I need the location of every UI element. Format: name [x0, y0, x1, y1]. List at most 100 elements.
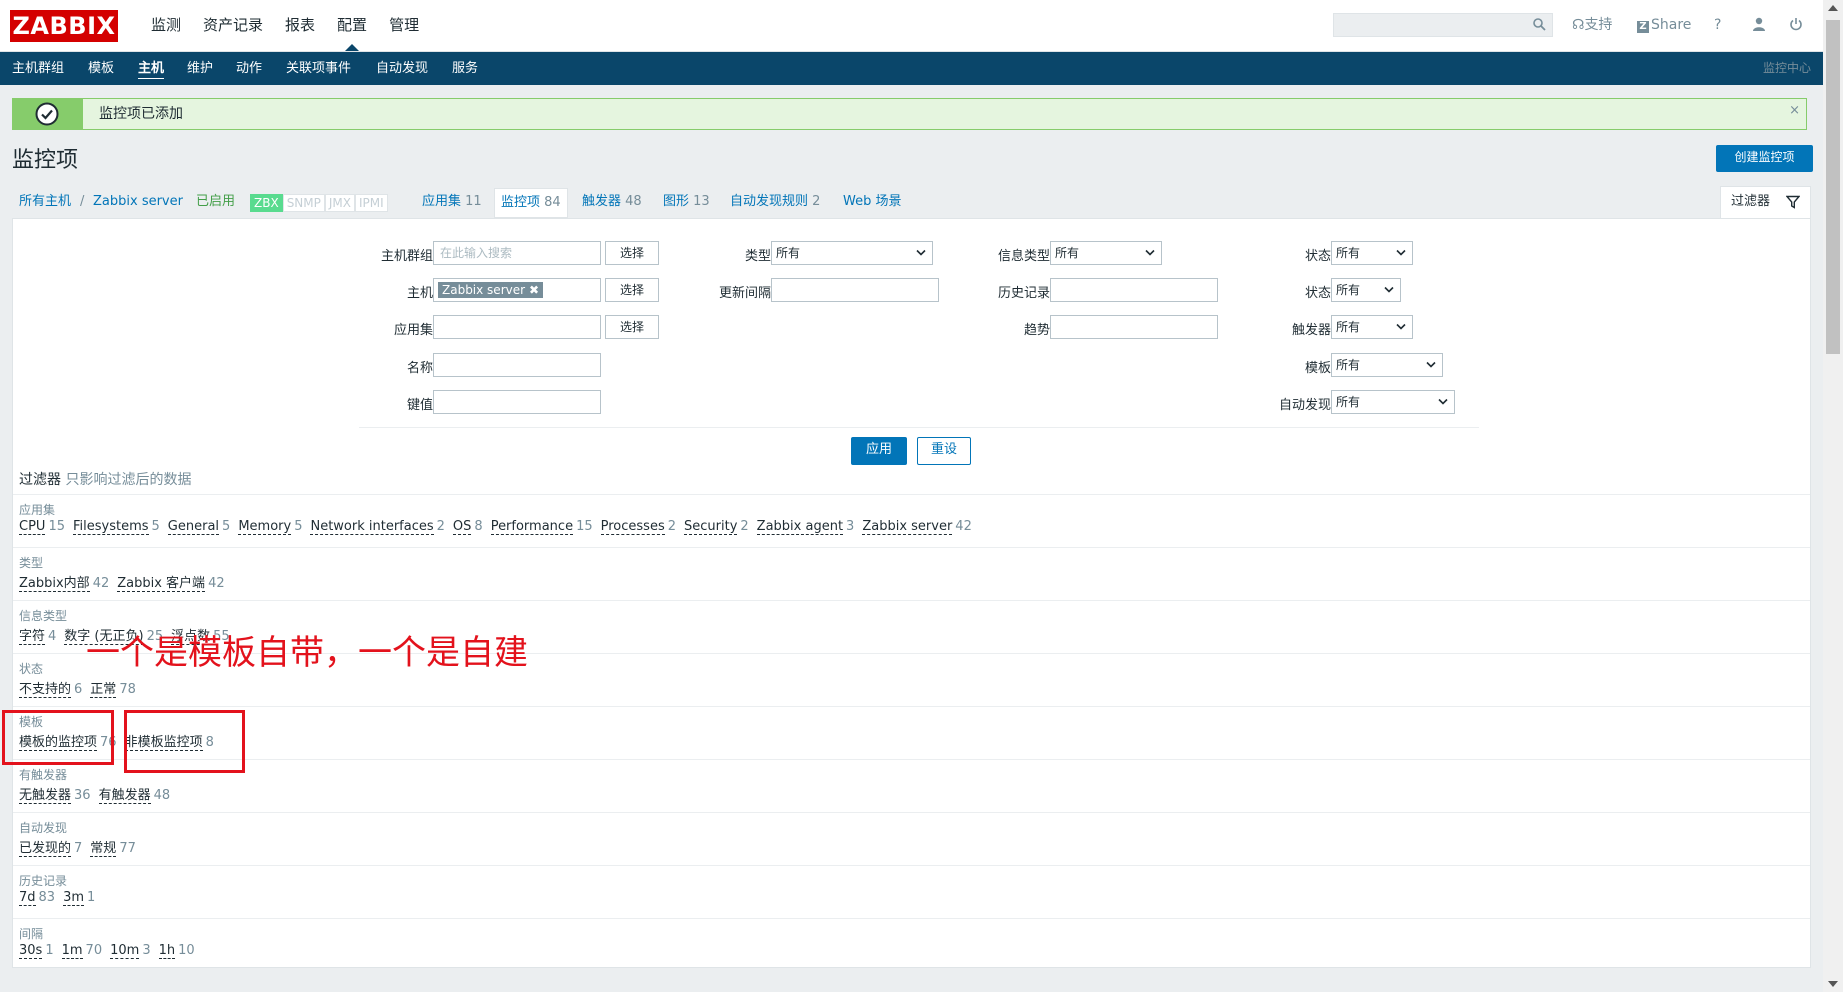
- subnav-actions[interactable]: 动作: [236, 52, 262, 85]
- subfilter-item-link[interactable]: Processes: [600, 519, 665, 535]
- subfilter-item-link[interactable]: Memory: [238, 519, 292, 535]
- subnav-event-correlation[interactable]: 关联项事件: [286, 52, 351, 85]
- subfilter-item-link[interactable]: 常规: [90, 841, 117, 857]
- help-icon[interactable]: ?: [1714, 0, 1721, 51]
- subfilter-item-link[interactable]: Zabbix 客户端: [117, 576, 206, 592]
- scroll-down-arrow-icon[interactable]: [1828, 981, 1838, 987]
- subfilter-item[interactable]: Performance 15: [490, 519, 593, 535]
- subfilter-item[interactable]: 1m 70: [61, 943, 102, 959]
- search-icon[interactable]: [1532, 17, 1546, 31]
- subfilter-item-link[interactable]: Filesystems: [72, 519, 149, 535]
- host-groups-select-button[interactable]: 选择: [605, 241, 659, 265]
- filter-tab[interactable]: 过滤器: [1720, 186, 1811, 218]
- subfilter-item-link[interactable]: 有触发器: [98, 788, 151, 804]
- subnav-templates[interactable]: 模板: [88, 52, 114, 85]
- subfilter-item-link[interactable]: 已发现的: [19, 841, 72, 857]
- subfilter-item[interactable]: 字符 4: [19, 629, 56, 645]
- subfilter-item-link[interactable]: Zabbix内部: [19, 576, 90, 592]
- subfilter-item[interactable]: General 5: [167, 519, 230, 535]
- subfilter-item-link[interactable]: 不支持的: [19, 682, 72, 698]
- key-input[interactable]: [433, 390, 601, 414]
- subfilter-item-link[interactable]: Performance: [490, 519, 574, 535]
- subfilter-item-link[interactable]: 1m: [61, 943, 83, 959]
- breadcrumb-host[interactable]: Zabbix server: [93, 188, 183, 216]
- info-type-select[interactable]: 所有: [1050, 241, 1162, 265]
- host-status-enabled[interactable]: 已启用: [196, 188, 235, 216]
- subfilter-item[interactable]: Zabbix 客户端 42: [117, 576, 225, 592]
- discovery-select[interactable]: 所有: [1331, 390, 1455, 414]
- tab-applications[interactable]: 应用集 11: [422, 188, 482, 216]
- subfilter-item[interactable]: Processes 2: [600, 519, 676, 535]
- trends-input[interactable]: [1050, 315, 1218, 339]
- subfilter-item[interactable]: Filesystems 5: [72, 519, 160, 535]
- menu-configuration[interactable]: 配置: [326, 0, 378, 51]
- subfilter-item[interactable]: Security 2: [684, 519, 749, 535]
- subfilter-item[interactable]: 常规 77: [90, 841, 136, 857]
- state-select[interactable]: 所有: [1331, 241, 1413, 265]
- reset-button[interactable]: 重设: [917, 437, 971, 465]
- subfilter-item[interactable]: 1h 10: [158, 943, 195, 959]
- close-icon[interactable]: ×: [1789, 103, 1800, 118]
- tab-web-scenarios[interactable]: Web 场景: [843, 188, 901, 216]
- create-item-button[interactable]: 创建监控项: [1716, 145, 1813, 172]
- subfilter-item[interactable]: 正常 78: [90, 682, 136, 698]
- subfilter-item[interactable]: CPU 15: [19, 519, 65, 535]
- subfilter-item-link[interactable]: Network interfaces: [310, 519, 434, 535]
- sign-out-icon[interactable]: [1789, 0, 1803, 51]
- hosts-input[interactable]: Zabbix server ✖: [433, 278, 601, 302]
- apply-button[interactable]: 应用: [851, 437, 907, 465]
- scrollbar-thumb[interactable]: [1826, 20, 1840, 354]
- status-select[interactable]: 所有: [1331, 278, 1401, 302]
- subfilter-item[interactable]: 有触发器 48: [98, 788, 170, 804]
- subfilter-item[interactable]: 已发现的 7: [19, 841, 82, 857]
- subfilter-item-link[interactable]: 3m: [63, 890, 85, 906]
- support-link[interactable]: ☊支持: [1572, 0, 1612, 51]
- subfilter-item-link[interactable]: Zabbix server: [862, 519, 953, 535]
- subfilter-item-link[interactable]: 30s: [19, 943, 43, 959]
- subnav-host-groups[interactable]: 主机群组: [12, 52, 64, 85]
- subfilter-item-link[interactable]: 正常: [90, 682, 117, 698]
- subfilter-item-link[interactable]: Security: [684, 519, 738, 535]
- menu-administration[interactable]: 管理: [378, 0, 430, 51]
- subfilter-item[interactable]: 7d 83: [19, 890, 55, 906]
- subnav-maintenance[interactable]: 维护: [187, 52, 213, 85]
- vertical-scrollbar[interactable]: [1823, 0, 1843, 992]
- subnav-hosts[interactable]: 主机: [138, 52, 165, 85]
- subfilter-item[interactable]: 不支持的 6: [19, 682, 82, 698]
- subfilter-item-link[interactable]: 无触发器: [19, 788, 72, 804]
- subfilter-item-link[interactable]: OS: [452, 519, 472, 535]
- application-select-button[interactable]: 选择: [605, 315, 659, 339]
- subfilter-item[interactable]: Network interfaces 2: [310, 519, 445, 535]
- tab-graphs[interactable]: 图形 13: [663, 188, 710, 216]
- subnav-services[interactable]: 服务: [452, 52, 478, 85]
- update-interval-input[interactable]: [771, 278, 939, 302]
- global-search-input[interactable]: [1333, 13, 1553, 37]
- host-groups-input[interactable]: 在此输入搜索: [433, 241, 601, 265]
- subfilter-item[interactable]: Zabbix server 42: [862, 519, 972, 535]
- history-input[interactable]: [1050, 278, 1218, 302]
- subfilter-item-link[interactable]: CPU: [19, 519, 46, 535]
- subfilter-item-link[interactable]: 1h: [158, 943, 176, 959]
- subfilter-item[interactable]: Zabbix agent 3: [756, 519, 854, 535]
- menu-reports[interactable]: 报表: [274, 0, 326, 51]
- template-select[interactable]: 所有: [1331, 353, 1443, 377]
- user-profile-icon[interactable]: [1752, 0, 1766, 51]
- subfilter-item[interactable]: 30s 1: [19, 943, 54, 959]
- subfilter-item-link[interactable]: 10m: [110, 943, 140, 959]
- subfilter-item[interactable]: OS 8: [452, 519, 483, 535]
- tab-items[interactable]: 监控项 84: [494, 188, 568, 218]
- name-input[interactable]: [433, 353, 601, 377]
- type-select[interactable]: 所有: [771, 241, 933, 265]
- subfilter-item[interactable]: 10m 3: [110, 943, 151, 959]
- share-link[interactable]: Z Share: [1637, 0, 1691, 51]
- scroll-up-arrow-icon[interactable]: [1828, 5, 1838, 11]
- subfilter-item-link[interactable]: 字符: [19, 629, 46, 645]
- subfilter-item-link[interactable]: 7d: [19, 890, 36, 906]
- menu-monitoring[interactable]: 监测: [140, 0, 192, 51]
- subfilter-item-link[interactable]: General: [167, 519, 220, 535]
- subfilter-item[interactable]: Memory 5: [238, 519, 302, 535]
- subfilter-item[interactable]: 3m 1: [63, 890, 95, 906]
- application-input[interactable]: [433, 315, 601, 339]
- menu-inventory[interactable]: 资产记录: [192, 0, 274, 51]
- subfilter-item[interactable]: 无触发器 36: [19, 788, 91, 804]
